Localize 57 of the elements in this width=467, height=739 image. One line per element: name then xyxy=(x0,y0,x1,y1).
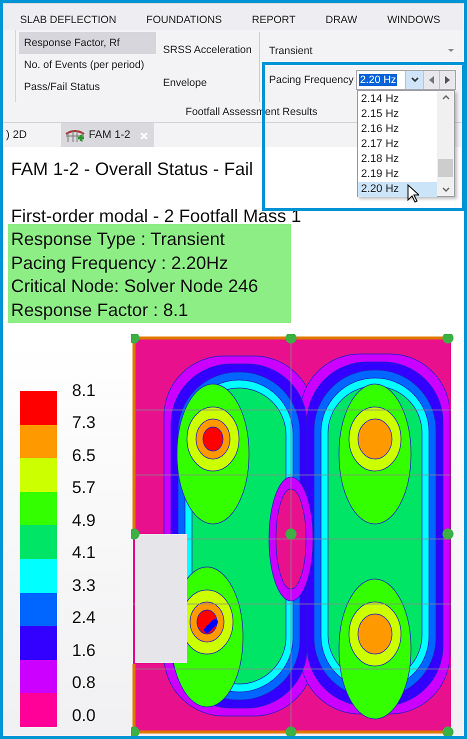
node-dot xyxy=(285,528,296,540)
legend-label: 6.5 xyxy=(72,444,96,467)
scroll-down-icon xyxy=(442,187,450,192)
legend-label: 2.4 xyxy=(72,607,96,630)
contour-band xyxy=(202,426,223,452)
contour-band xyxy=(196,610,217,634)
document-tab[interactable]: ) 2D xyxy=(6,123,33,147)
menu-item[interactable]: REPORT xyxy=(252,8,296,26)
info-line: Pacing Frequency : 2.20Hz xyxy=(11,252,230,275)
result-option[interactable]: Envelope xyxy=(163,65,259,98)
legend-label: 0.8 xyxy=(72,672,96,694)
legend-label: 5.7 xyxy=(72,477,96,500)
previous-button[interactable] xyxy=(423,71,439,89)
right-arrow-icon xyxy=(445,76,450,84)
menu-item[interactable]: WINDOWS xyxy=(387,8,440,26)
frequency-option[interactable]: 2.19 Hz xyxy=(358,167,437,182)
frequency-option[interactable]: 2.16 Hz xyxy=(358,122,437,137)
result-type-option[interactable]: Response Factor, Rf xyxy=(19,32,156,54)
next-button[interactable] xyxy=(439,71,455,89)
caret-icon xyxy=(448,49,454,53)
response-type-dropdown[interactable]: Transient xyxy=(269,40,456,62)
scroll-up-icon xyxy=(442,95,450,100)
legend-label: 7.3 xyxy=(72,412,96,434)
legend-label: 0.0 xyxy=(72,704,96,727)
legend-label: 4.9 xyxy=(72,510,96,532)
frequency-option[interactable]: 2.20 Hz xyxy=(358,182,437,197)
contour-band xyxy=(357,418,392,460)
document-tab[interactable]: FAM 1-2 xyxy=(60,123,154,147)
scrollbar[interactable] xyxy=(437,91,454,196)
scroll-thumb[interactable] xyxy=(438,159,453,177)
contour-band xyxy=(357,614,392,654)
legend-label: 8.1 xyxy=(72,380,96,402)
result-option[interactable]: SRSS Acceleration xyxy=(163,32,259,65)
frequency-option[interactable]: 2.18 Hz xyxy=(358,152,437,167)
info-line: Response Type : Transient xyxy=(11,228,226,251)
cursor-icon xyxy=(407,184,419,203)
dropdown-button[interactable] xyxy=(405,71,423,89)
result-type-option[interactable]: No. of Events (per period) xyxy=(19,54,156,76)
document-title: FAM 1-2 - Overall Status - Fail xyxy=(11,158,254,181)
info-line: Response Factor : 8.1 xyxy=(11,299,190,322)
legend-label: 4.1 xyxy=(72,542,96,564)
frequency-option[interactable]: 2.14 Hz xyxy=(358,92,437,107)
frequency-option[interactable]: 2.15 Hz xyxy=(358,107,437,122)
close-icon xyxy=(140,132,148,140)
menu-item[interactable]: FOUNDATIONS xyxy=(146,8,222,26)
legend-label: 1.6 xyxy=(72,640,96,662)
structure-icon xyxy=(64,127,85,143)
node-dot xyxy=(442,528,454,540)
menu-item[interactable]: SLAB DEFLECTION xyxy=(20,8,116,26)
left-arrow-icon xyxy=(429,76,434,84)
chevron-down-icon xyxy=(410,77,418,83)
menu-item[interactable]: DRAW xyxy=(326,8,358,26)
legend-label: 3.3 xyxy=(72,574,96,597)
frequency-option[interactable]: 2.17 Hz xyxy=(358,137,437,152)
result-type-option[interactable]: Pass/Fail Status xyxy=(19,76,156,98)
field-label: Pacing Frequency xyxy=(269,74,355,86)
info-line: Critical Node: Solver Node 246 xyxy=(11,275,260,298)
